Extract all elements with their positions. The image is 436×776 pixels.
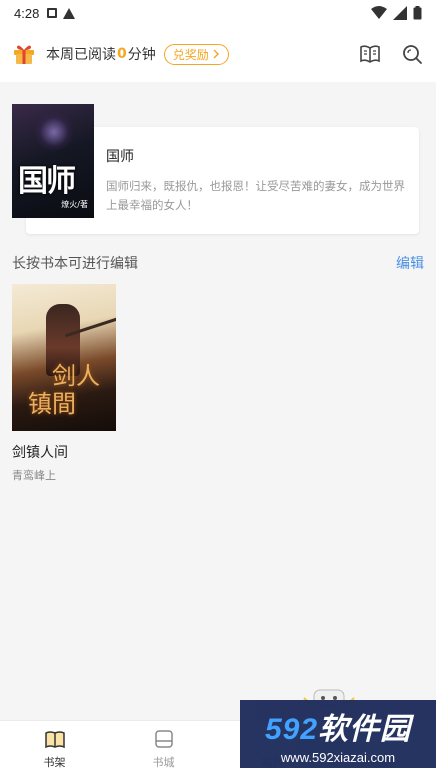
search-icon[interactable] [400,42,424,66]
book-title[interactable]: 剑镇人间 [12,442,68,462]
nav-bookstore-label: 书城 [152,755,175,769]
battery-icon [413,6,422,20]
weekly-reading-stat: 本周已阅读 0 分钟 [46,44,156,64]
bookstore-icon [154,729,173,748]
reading-prefix: 本周已阅读 [46,47,116,63]
watermark-url: www.592xiazai.com [280,749,396,765]
edit-button[interactable]: 编辑 [396,253,424,273]
featured-book-description: 国师归来，既报仇，也报恩！让受尽苦难的妻女，成为世界上最幸福的女人！ [106,179,405,212]
signal-icon [393,6,407,20]
watermark-brand-num: 592 [264,712,319,746]
site-watermark: 592软件园 www.592xiazai.com [240,700,436,768]
cover-author-text: 燎火/著 [61,200,88,209]
book-cover-text-2: 镇間 [28,390,76,418]
wifi-icon [371,6,387,19]
cover-title-text: 国师 [18,164,76,199]
nav-bookstore[interactable]: 书城 [109,721,218,776]
featured-book-title: 国师 [106,149,134,165]
bookshelf-icon [44,730,65,748]
notification-a-icon [47,8,58,18]
chevron-right-icon [213,49,219,59]
reading-suffix: 分钟 [127,47,156,63]
top-header: 本周已阅读 0 分钟 兑奖励 [0,26,436,82]
gift-icon[interactable] [12,42,36,66]
book-author: 青鸾峰上 [12,469,56,482]
book-cover[interactable]: 剑人 镇間 [12,284,116,431]
reward-label: 兑奖励 [172,47,209,62]
warning-icon [63,7,76,19]
redeem-reward-button[interactable]: 兑奖励 [163,43,229,65]
shelf-edit-hint: 长按书本可进行编辑 [12,256,138,272]
status-time: 4:28 [14,5,40,21]
nav-bookshelf-label: 书架 [43,755,66,769]
book-open-icon[interactable] [358,42,382,66]
reading-minutes: 0 [117,46,127,62]
app-screen: 4:28 本周已阅读 0 分钟 兑奖励 国师 燎火/著 国师 国师归来，既报仇，… [0,0,436,776]
watermark-brand-text: 软件园 [318,712,412,746]
featured-book-cover[interactable]: 国师 燎火/著 [12,104,94,218]
status-bar: 4:28 [0,0,436,26]
nav-bookshelf[interactable]: 书架 [0,721,109,776]
